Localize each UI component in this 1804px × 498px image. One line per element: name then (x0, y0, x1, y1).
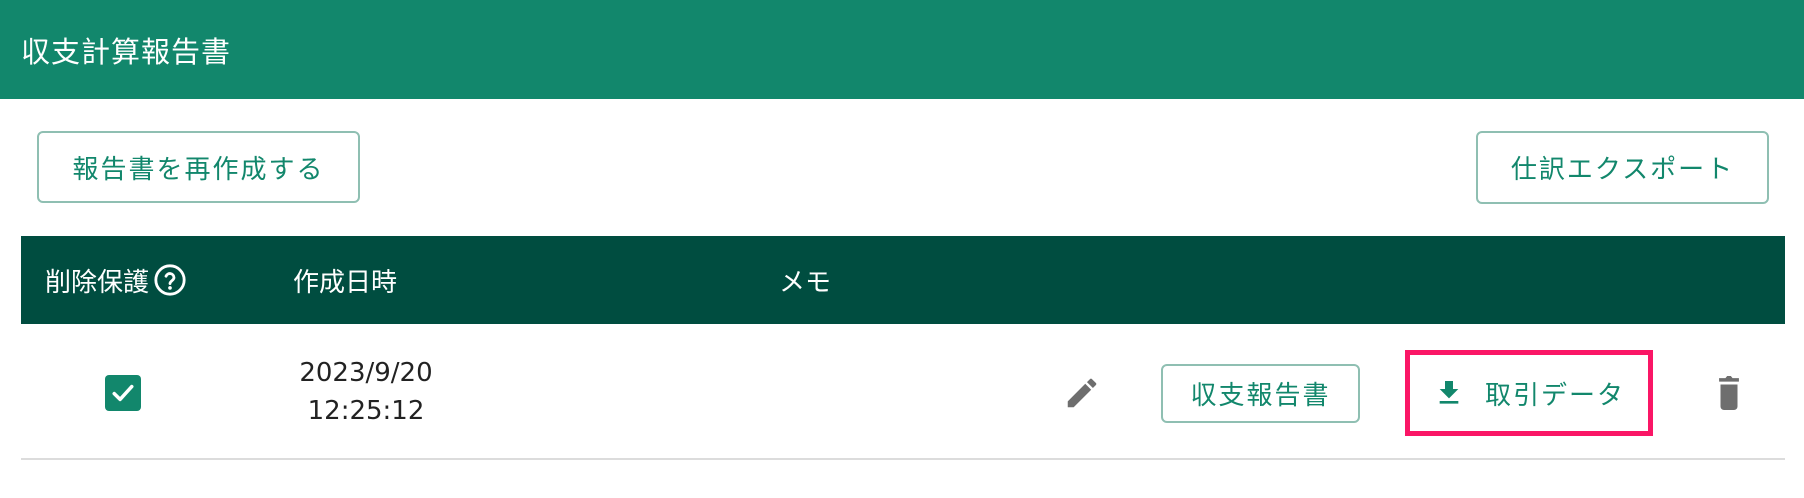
page-title: 収支計算報告書 (21, 34, 232, 69)
created-datetime: 2023/9/20 12:25:12 (241, 354, 491, 430)
income-report-button[interactable]: 収支報告書 (1161, 364, 1360, 423)
checkmark-icon (112, 384, 134, 402)
question-circle-icon[interactable] (153, 263, 187, 297)
table-row: 2023/9/20 12:25:12 収支報告書 取引データ (21, 324, 1785, 460)
column-header-protect: 削除保護 (45, 236, 187, 324)
journal-export-button[interactable]: 仕訳エクスポート (1476, 131, 1769, 204)
transaction-data-download-button[interactable]: 取引データ (1405, 350, 1653, 436)
delete-protect-checkbox[interactable] (105, 375, 141, 411)
column-header-created: 作成日時 (293, 267, 398, 298)
table-header: 削除保護 作成日時 メモ (21, 236, 1785, 324)
download-button-label: 取引データ (1484, 379, 1625, 410)
app-window: 収支計算報告書 報告書を再作成する 仕訳エクスポート 削除保護 作成日時 メモ … (0, 0, 1804, 498)
column-header-memo: メモ (779, 267, 832, 298)
trash-icon[interactable] (1712, 373, 1746, 413)
column-header-protect-label: 削除保護 (45, 267, 150, 298)
page-header: 収支計算報告書 (0, 0, 1804, 99)
pencil-icon[interactable] (1063, 374, 1101, 412)
download-icon (1433, 377, 1465, 409)
created-date: 2023/9/20 (299, 358, 433, 388)
regenerate-report-button[interactable]: 報告書を再作成する (37, 131, 360, 203)
created-time: 12:25:12 (307, 396, 425, 426)
